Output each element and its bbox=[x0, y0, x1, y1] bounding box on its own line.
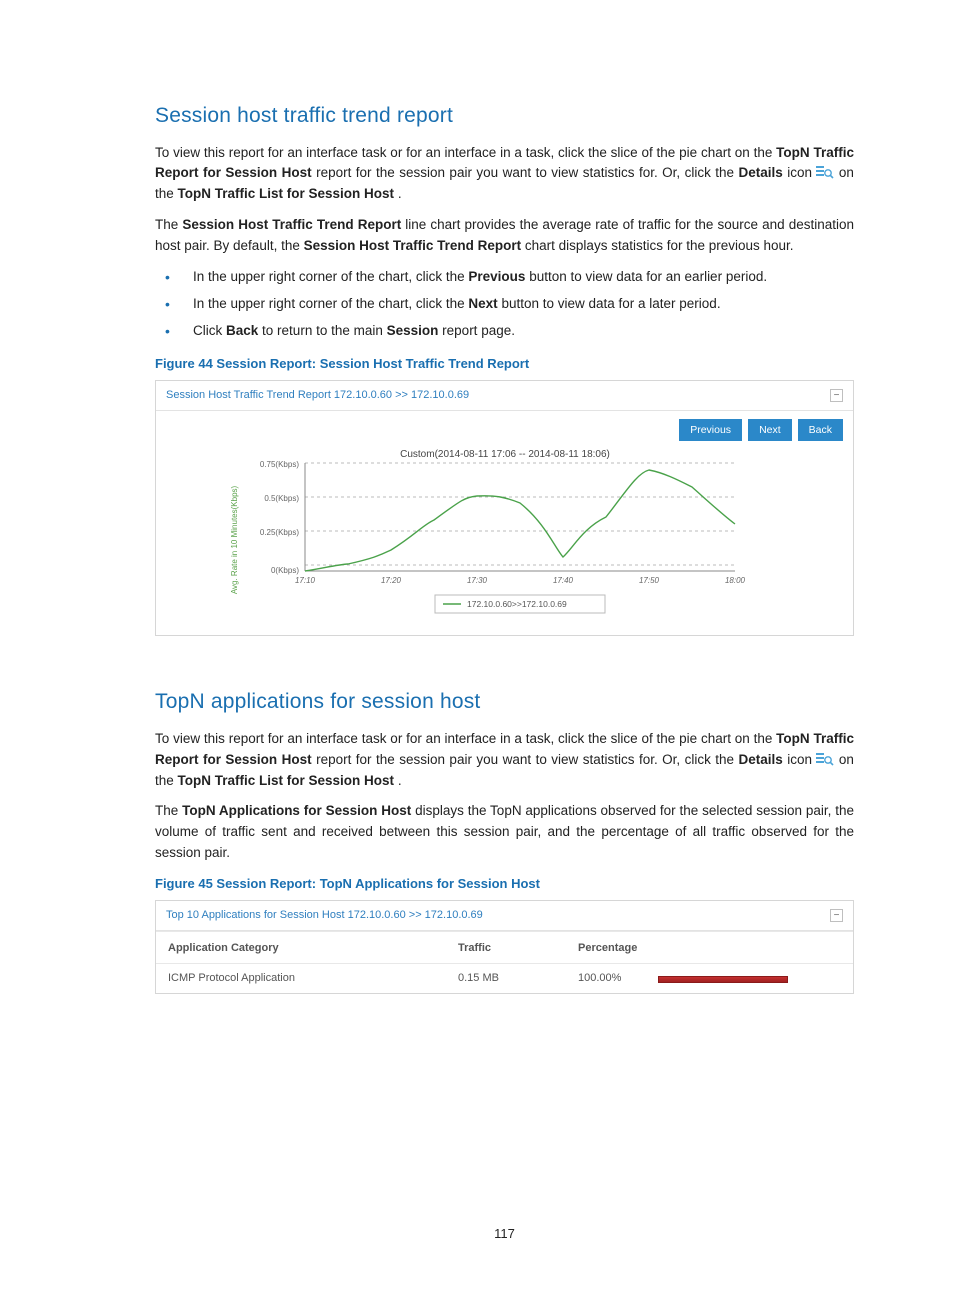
y-tick: 0.25(Kbps) bbox=[259, 528, 298, 537]
text: The bbox=[155, 217, 182, 232]
text: report page. bbox=[442, 323, 515, 338]
text: To view this report for an interface tas… bbox=[155, 145, 776, 160]
trend-bullets: In the upper right corner of the chart, … bbox=[155, 267, 854, 342]
text-bold: Next bbox=[468, 296, 497, 311]
x-tick: 17:10 bbox=[294, 576, 315, 585]
x-tick: 17:50 bbox=[638, 576, 659, 585]
text: In the upper right corner of the chart, … bbox=[193, 269, 468, 284]
text: chart displays statistics for the previo… bbox=[525, 238, 794, 253]
text: button to view data for a later period. bbox=[501, 296, 720, 311]
figure-44-caption: Figure 44 Session Report: Session Host T… bbox=[155, 354, 854, 374]
text: icon bbox=[787, 752, 816, 767]
collapse-icon[interactable]: − bbox=[830, 389, 843, 402]
list-item: In the upper right corner of the chart, … bbox=[155, 267, 854, 288]
panel-header: Session Host Traffic Trend Report 172.10… bbox=[156, 381, 853, 411]
list-item: In the upper right corner of the chart, … bbox=[155, 294, 854, 315]
page-number: 117 bbox=[155, 1224, 854, 1244]
trend-para1: To view this report for an interface tas… bbox=[155, 143, 854, 206]
col-header-app: Application Category bbox=[168, 940, 458, 957]
text: report for the session pair you want to … bbox=[316, 752, 738, 767]
table-row: ICMP Protocol Application 0.15 MB 100.00… bbox=[156, 963, 853, 993]
x-tick: 18:00 bbox=[724, 576, 745, 585]
previous-button[interactable]: Previous bbox=[679, 419, 742, 441]
cell-pct: 100.00% bbox=[578, 970, 658, 987]
y-tick: 0(Kbps) bbox=[270, 566, 298, 575]
line-chart: Custom(2014-08-11 17:06 -- 2014-08-11 18… bbox=[215, 445, 795, 621]
text: button to view data for an earlier perio… bbox=[529, 269, 767, 284]
back-button[interactable]: Back bbox=[798, 419, 843, 441]
text-bold: Session bbox=[387, 323, 439, 338]
chart-container: Custom(2014-08-11 17:06 -- 2014-08-11 18… bbox=[156, 441, 853, 635]
text: . bbox=[398, 773, 402, 788]
text: In the upper right corner of the chart, … bbox=[193, 296, 468, 311]
text-bold: Session Host Traffic Trend Report bbox=[182, 217, 401, 232]
text-bold: TopN Traffic List for Session Host bbox=[178, 773, 395, 788]
text-bold: Details bbox=[739, 752, 783, 767]
topn-para2: The TopN Applications for Session Host d… bbox=[155, 801, 854, 864]
x-tick: 17:20 bbox=[380, 576, 401, 585]
y-tick: 0.75(Kbps) bbox=[259, 460, 298, 469]
text: icon bbox=[787, 165, 816, 180]
text: To view this report for an interface tas… bbox=[155, 731, 776, 746]
text: report for the session pair you want to … bbox=[316, 165, 738, 180]
panel-trend-report: Session Host Traffic Trend Report 172.10… bbox=[155, 380, 854, 636]
next-button[interactable]: Next bbox=[748, 419, 792, 441]
legend-label: 172.10.0.60>>172.10.0.69 bbox=[467, 599, 567, 609]
cell-traffic: 0.15 MB bbox=[458, 970, 578, 987]
text: . bbox=[398, 186, 402, 201]
panel-title: Session Host Traffic Trend Report 172.10… bbox=[166, 387, 469, 404]
table-header-row: Application Category Traffic Percentage bbox=[156, 931, 853, 963]
text-bold: Previous bbox=[468, 269, 525, 284]
panel-title: Top 10 Applications for Session Host 172… bbox=[166, 907, 483, 924]
chart-title: Custom(2014-08-11 17:06 -- 2014-08-11 18… bbox=[400, 449, 610, 460]
panel-header: Top 10 Applications for Session Host 172… bbox=[156, 901, 853, 931]
text-bold: TopN Applications for Session Host bbox=[182, 803, 411, 818]
table: Application Category Traffic Percentage … bbox=[156, 931, 853, 993]
topn-para1: To view this report for an interface tas… bbox=[155, 729, 854, 792]
text-bold: Back bbox=[226, 323, 258, 338]
col-header-traffic: Traffic bbox=[458, 940, 578, 957]
x-tick: 17:40 bbox=[552, 576, 573, 585]
cell-app: ICMP Protocol Application bbox=[168, 970, 458, 987]
section-heading-trend: Session host traffic trend report bbox=[155, 100, 854, 133]
x-tick: 17:30 bbox=[466, 576, 487, 585]
chart-series-line bbox=[305, 470, 735, 571]
text: Click bbox=[193, 323, 226, 338]
text: The bbox=[155, 803, 182, 818]
text-bold: TopN Traffic List for Session Host bbox=[178, 186, 395, 201]
text-bold: Details bbox=[739, 165, 783, 180]
trend-para2: The Session Host Traffic Trend Report li… bbox=[155, 215, 854, 257]
text-bold: Session Host Traffic Trend Report bbox=[304, 238, 522, 253]
panel-topn-apps: Top 10 Applications for Session Host 172… bbox=[155, 900, 854, 994]
section-heading-topn: TopN applications for session host bbox=[155, 686, 854, 719]
collapse-icon[interactable]: − bbox=[830, 909, 843, 922]
figure-45-caption: Figure 45 Session Report: TopN Applicati… bbox=[155, 874, 854, 894]
col-header-pct: Percentage bbox=[578, 940, 658, 957]
details-icon bbox=[816, 165, 834, 179]
y-tick: 0.5(Kbps) bbox=[264, 494, 299, 503]
list-item: Click Back to return to the main Session… bbox=[155, 321, 854, 342]
text: to return to the main bbox=[262, 323, 387, 338]
panel-toolbar: Previous Next Back bbox=[156, 411, 853, 441]
percentage-bar bbox=[658, 976, 788, 983]
cell-bar bbox=[658, 974, 841, 983]
y-axis-label: Avg. Rate in 10 Minutes(Kbps) bbox=[230, 486, 239, 595]
details-icon bbox=[816, 752, 834, 766]
